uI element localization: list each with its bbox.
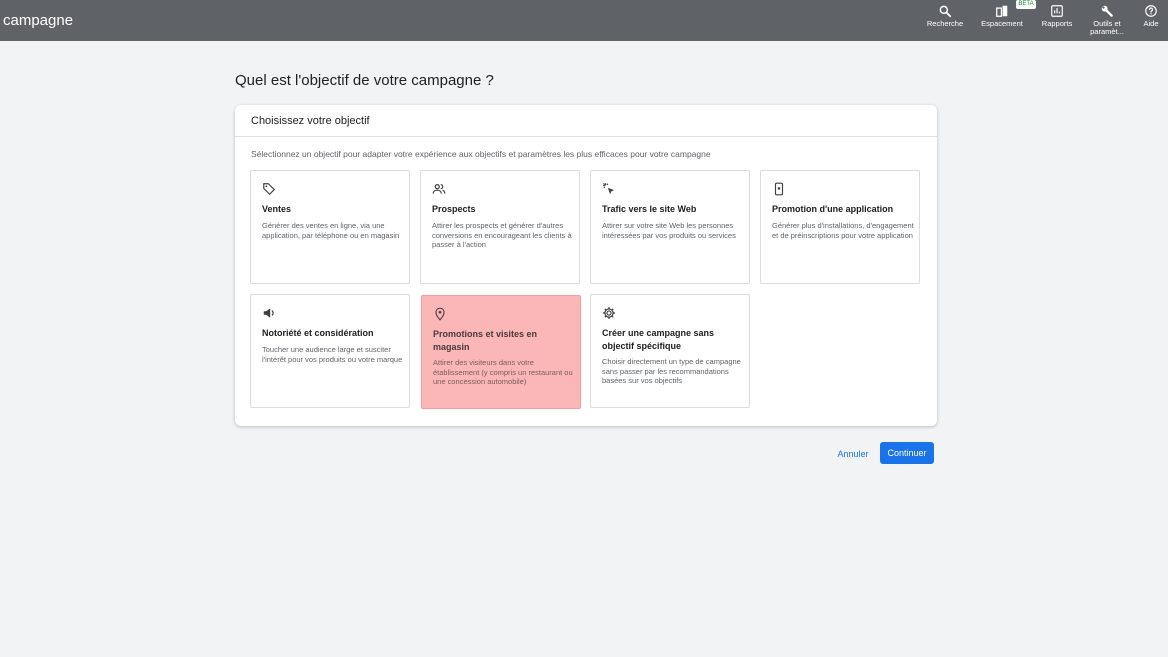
objective-tile-website-traffic[interactable]: Trafic vers le site Web Attirer sur votr…	[590, 170, 750, 284]
objective-tile-no-goal[interactable]: Créer une campagne sans objectif spécifi…	[590, 294, 750, 408]
page-title: Quel est l'objectif de votre campagne ?	[235, 72, 494, 89]
help-icon	[1145, 5, 1157, 17]
cancel-button[interactable]: Annuler	[830, 444, 876, 464]
app-title: campagne	[3, 12, 74, 29]
objective-title: Trafic vers le site Web	[602, 204, 697, 214]
objective-card: Choisissez votre objectif Sélectionnez u…	[235, 105, 937, 426]
search-icon	[939, 5, 952, 18]
location-pin-icon	[435, 307, 445, 321]
objective-description: Générer plus d'installations, d'engageme…	[772, 221, 914, 240]
tools-settings-label: Outils et paramèt...	[1090, 19, 1124, 36]
objective-description: Attirer les prospects et générer d'autre…	[432, 221, 572, 249]
tag-icon	[263, 183, 275, 195]
objective-title: Créer une campagne sans objectif spécifi…	[602, 328, 715, 351]
objective-tile-app-promotion[interactable]: Promotion d'une application Générer plus…	[760, 170, 920, 284]
columns-icon	[996, 5, 1008, 17]
search-tool-button[interactable]: Recherche	[915, 4, 975, 28]
objective-title: Prospects	[432, 204, 476, 214]
objective-tile-leads[interactable]: Prospects Attirer les prospects et génér…	[420, 170, 580, 284]
help-label: Aide	[1143, 19, 1159, 28]
objective-tile-sales[interactable]: Ventes Générer des ventes en ligne, via …	[250, 170, 410, 284]
objective-description: Toucher une audience large et susciter l…	[262, 345, 403, 364]
reports-icon	[1051, 5, 1063, 17]
spacing-tool-label: Espacement	[981, 19, 1023, 28]
objective-tile-store-visits[interactable]: Promotions et visites en magasin Attirer…	[421, 295, 581, 409]
objective-description: Générer des ventes en ligne, via une app…	[262, 221, 400, 240]
cursor-click-icon	[603, 183, 615, 195]
people-icon	[432, 184, 446, 194]
wrench-icon	[1101, 5, 1113, 17]
objective-description: Attirer sur votre site Web les personnes…	[602, 221, 736, 240]
search-tool-label: Recherche	[926, 19, 964, 28]
help-button[interactable]: Aide	[1121, 4, 1168, 28]
megaphone-icon	[263, 308, 274, 318]
objective-description: Choisir directement un type de campagne …	[602, 357, 741, 385]
phone-icon	[774, 182, 784, 196]
objective-title: Promotion d'une application	[772, 204, 894, 214]
top-bar: campagne Recherche Espacement BÊTA Rappo…	[0, 0, 1168, 41]
card-description: Sélectionnez un objectif pour adapter vo…	[251, 149, 711, 159]
objective-description: Attirer des visiteurs dans votre établis…	[433, 358, 573, 386]
gear-icon	[603, 307, 615, 319]
objective-title: Promotions et visites en magasin	[433, 329, 538, 352]
objective-title: Ventes	[262, 204, 292, 214]
objective-title: Notoriété et considération	[262, 328, 374, 338]
card-header: Choisissez votre objectif	[235, 105, 937, 137]
objective-tile-awareness[interactable]: Notoriété et considération Toucher une a…	[250, 294, 410, 408]
card-title: Choisissez votre objectif	[251, 115, 370, 127]
continue-button[interactable]: Continuer	[880, 442, 934, 464]
reports-tool-label: Rapports	[1041, 19, 1073, 28]
